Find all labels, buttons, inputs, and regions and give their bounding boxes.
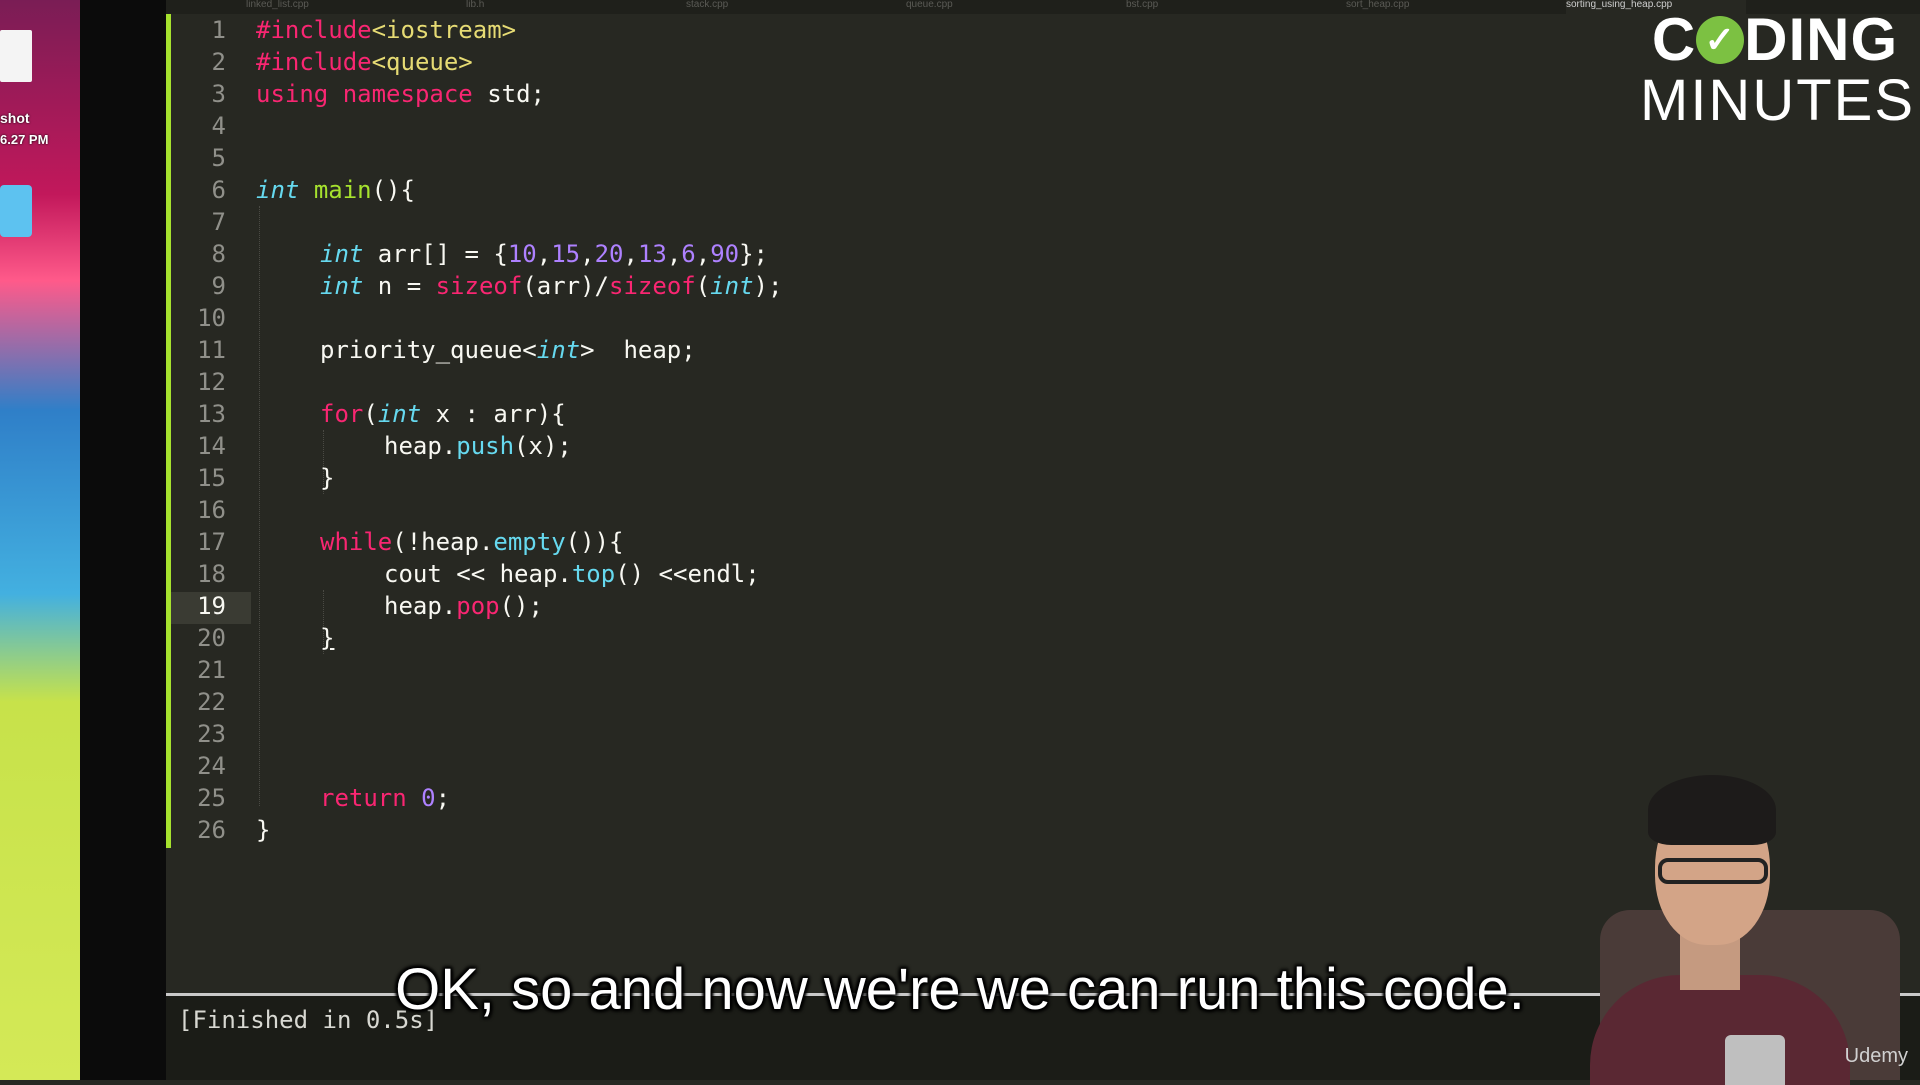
code-line: return 0; (320, 784, 451, 812)
indent-guide (259, 206, 261, 806)
line-number: 22 (197, 688, 226, 716)
line-number-gutter: 1 2 3 4 5 6 7 8 9 10 11 12 13 14 15 16 1… (166, 14, 250, 849)
line-number: 13 (197, 400, 226, 428)
code-line: } (256, 816, 271, 844)
glasses (1658, 858, 1768, 884)
code-line: priority_queue<int> heap; (320, 336, 696, 364)
line-number: 7 (211, 208, 226, 236)
desktop-file-time: 6.27 PM (0, 132, 49, 147)
tab-linked-list[interactable]: linked_list.cpp (246, 0, 426, 14)
code-line: while(!heap.empty()){ (320, 528, 624, 556)
line-number: 23 (197, 720, 226, 748)
line-number: 3 (211, 80, 226, 108)
code-line: } (320, 624, 335, 652)
folder-icon[interactable] (0, 185, 32, 237)
code-line: int main(){ (256, 176, 415, 204)
line-number: 2 (211, 48, 226, 76)
desktop-file-label: shot (0, 110, 30, 126)
line-number: 4 (211, 112, 226, 140)
code-line: heap.push(x); (384, 432, 572, 460)
line-number: 6 (211, 176, 226, 204)
tab-bst[interactable]: bst.cpp (1126, 0, 1306, 14)
code-line: } (320, 464, 335, 492)
logo-line-1: C ✓ DING (1651, 6, 1899, 73)
line-number: 15 (197, 464, 226, 492)
code-line-current: heap.pop(); (384, 592, 543, 620)
line-number: 25 (197, 784, 226, 812)
logo-line-2: MINUTES (1640, 68, 1915, 133)
line-number-current: 19 (197, 592, 226, 620)
line-number: 20 (197, 624, 226, 652)
tab-stack[interactable]: stack.cpp (686, 0, 866, 14)
udemy-watermark: Udemy (1844, 1045, 1908, 1067)
tab-lib[interactable]: lib.h (466, 0, 646, 14)
tab-queue[interactable]: queue.cpp (906, 0, 1086, 14)
line-number: 5 (211, 144, 226, 172)
line-number: 16 (197, 496, 226, 524)
code-editor[interactable]: #include<iostream> #include<queue> using… (256, 14, 1920, 849)
instructor-webcam (1560, 760, 1920, 1085)
line-number: 14 (197, 432, 226, 460)
code-line: for(int x : arr){ (320, 400, 566, 428)
line-number: 1 (211, 16, 226, 44)
line-number: 9 (211, 272, 226, 300)
coding-minutes-logo: C ✓ DING MINUTES (1640, 6, 1915, 133)
window-gap (80, 0, 166, 1080)
code-line: cout << heap.top() <<endl; (384, 560, 760, 588)
tab-sort-heap[interactable]: sort_heap.cpp (1346, 0, 1526, 14)
line-number: 17 (197, 528, 226, 556)
code-line: int n = sizeof(arr)/sizeof(int); (320, 272, 783, 300)
line-number: 24 (197, 752, 226, 780)
code-line: using namespace std; (256, 80, 545, 108)
line-number: 18 (197, 560, 226, 588)
code-line: #include<iostream> (256, 16, 517, 44)
video-subtitle: OK, so and now we're we can run this cod… (395, 957, 1525, 1022)
line-number: 8 (211, 240, 226, 268)
line-number: 21 (197, 656, 226, 684)
line-number: 11 (197, 336, 226, 364)
screenshot-file-icon[interactable] (0, 30, 32, 82)
check-icon: ✓ (1696, 16, 1745, 65)
desktop-wallpaper-strip: shot 6.27 PM (0, 0, 80, 1080)
code-line: int arr[] = {10,15,20,13,6,90}; (320, 240, 769, 268)
code-line: #include<queue> (256, 48, 473, 76)
line-number: 10 (197, 304, 226, 332)
line-number: 26 (197, 816, 226, 844)
instructor-hair (1648, 775, 1776, 845)
microphone (1725, 1035, 1785, 1085)
line-number: 12 (197, 368, 226, 396)
